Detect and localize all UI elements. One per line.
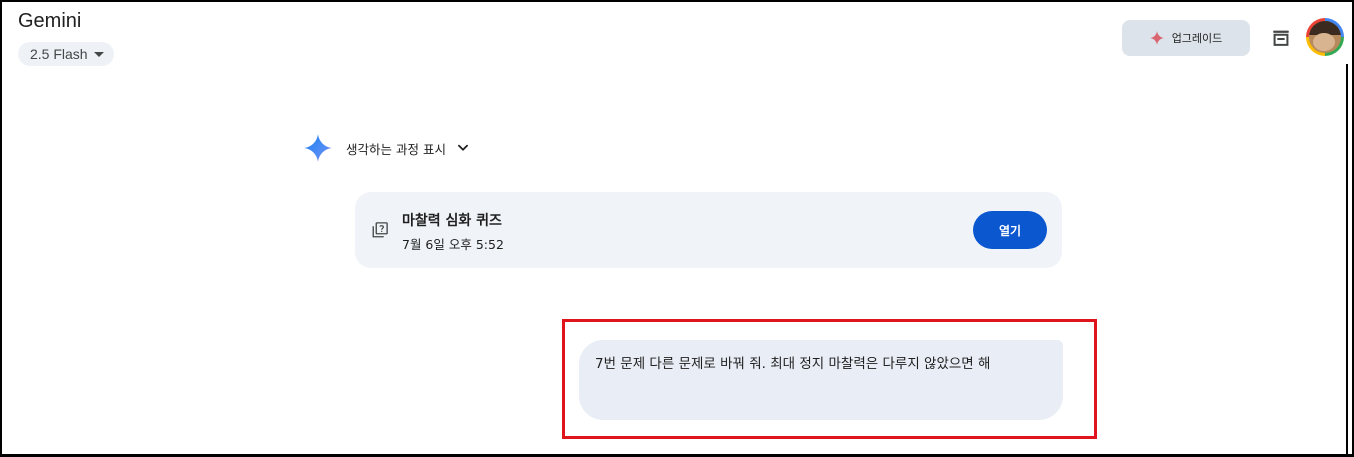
upgrade-button[interactable]: 업그레이드	[1122, 20, 1250, 56]
gemini-star-icon	[304, 134, 332, 162]
quiz-card-title: 마찰력 심화 퀴즈	[402, 213, 502, 229]
show-thinking-label: 생각하는 과정 표시	[346, 141, 446, 157]
quiz-card-timestamp: 7월 6일 오후 5:52	[402, 237, 504, 252]
quiz-card[interactable]: 마찰력 심화 퀴즈 7월 6일 오후 5:52 열기	[355, 192, 1062, 268]
caret-down-icon	[93, 52, 104, 57]
model-label: 2.5 Flash	[30, 46, 88, 62]
app-window: Gemini 2.5 Flash 업그레이드 생각하는 과정 표시 마찰력 심화…	[0, 0, 1354, 457]
archive-icon[interactable]	[1270, 27, 1292, 49]
app-title: Gemini	[18, 10, 82, 32]
avatar[interactable]	[1306, 18, 1344, 56]
user-message-bubble: 7번 문제 다른 문제로 바꿔 줘. 최대 정지 마찰력은 다루지 않았으면 해	[579, 340, 1063, 420]
upgrade-label: 업그레이드	[1171, 32, 1223, 45]
model-selector[interactable]: 2.5 Flash	[18, 42, 114, 66]
show-thinking-toggle[interactable]: 생각하는 과정 표시	[346, 139, 470, 158]
quiz-icon	[372, 222, 388, 238]
open-button[interactable]: 열기	[973, 211, 1047, 249]
chevron-down-icon	[457, 144, 468, 151]
user-message-text: 7번 문제 다른 문제로 바꿔 줘. 최대 정지 마찰력은 다루지 않았으면 해	[595, 356, 991, 372]
window-edge-rule	[1346, 64, 1348, 454]
response-header: 생각하는 과정 표시	[304, 133, 470, 163]
avatar-photo	[1309, 21, 1341, 53]
sparkle-icon	[1149, 31, 1164, 45]
